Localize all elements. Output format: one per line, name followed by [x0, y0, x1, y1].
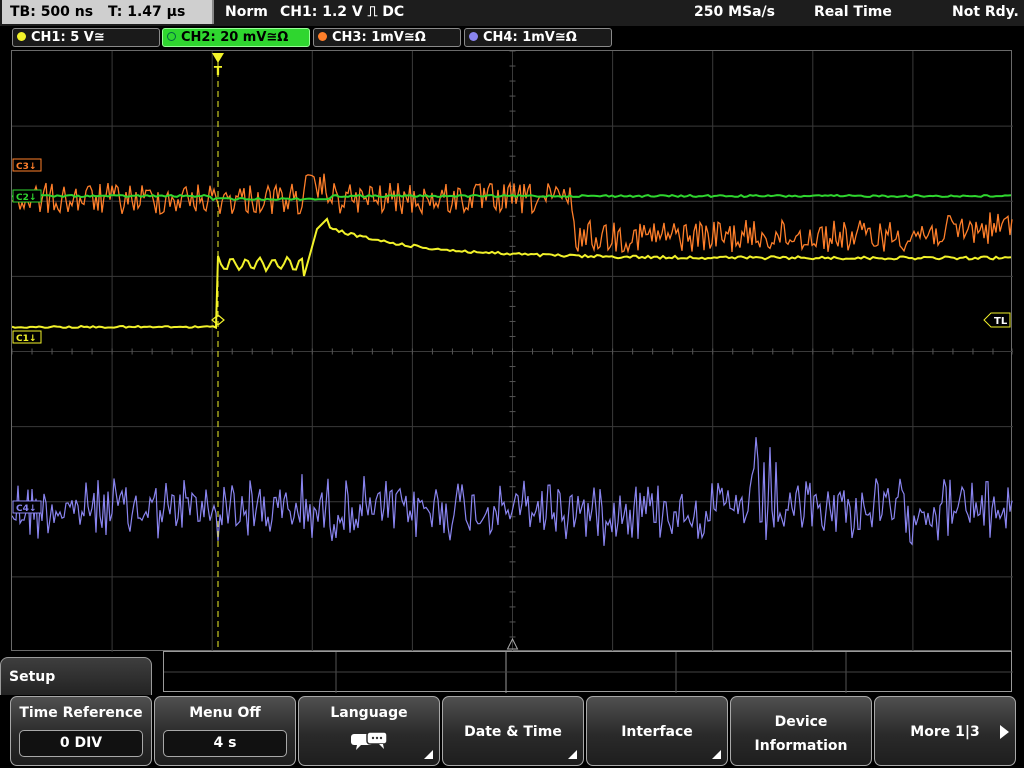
ch3-label: CH3: 1mV≅Ω [332, 30, 426, 45]
channel-bar: CH1: 5 V≅ CH2: 20 mV≅Ω CH3: 1mV≅Ω CH4: 1… [0, 26, 1024, 48]
trigger-time-marker-label: T [214, 64, 223, 78]
softkey-language[interactable]: Language [298, 696, 440, 766]
device-info-line2: Information [754, 738, 848, 754]
menu-off-value: 4 s [163, 730, 287, 757]
softkey-more[interactable]: More 1|3 [874, 696, 1016, 766]
zoom-overview-strip[interactable] [163, 651, 1013, 693]
acquisition-mode[interactable]: Norm [225, 0, 268, 24]
ch1-label: CH1: 5 V≅ [31, 30, 105, 45]
status-bar: TB: 500 ns T: 1.47 µs Norm CH1: 1.2 V ⎍ … [0, 0, 1024, 26]
speech-bubble-icon [351, 731, 388, 750]
softkey-time-reference[interactable]: Time Reference 0 DIV [10, 696, 152, 766]
ch2-color-dot [167, 32, 176, 41]
channel-tab-ch2[interactable]: CH2: 20 mV≅Ω [162, 28, 310, 47]
language-label: Language [330, 705, 408, 721]
menu-off-label: Menu Off [189, 705, 261, 721]
ch2-label: CH2: 20 mV≅Ω [181, 30, 289, 45]
trigger-time-marker-icon [212, 53, 224, 63]
zoom-strip-grid [164, 652, 1013, 693]
softkey-device-information[interactable]: Device Information [730, 696, 872, 766]
graticule-and-waveforms: T C3↓ C1↓ C2↓ C4↓ TL [12, 51, 1013, 652]
submenu-indicator-icon [424, 750, 433, 759]
channel-tab-ch4[interactable]: CH4: 1mV≅Ω [464, 28, 612, 47]
device-info-line1: Device [774, 714, 828, 730]
date-time-label: Date & Time [464, 724, 562, 740]
ch3-color-dot [318, 32, 327, 41]
trigger-status: Not Rdy. [952, 4, 1019, 20]
softkey-date-time[interactable]: Date & Time [442, 696, 584, 766]
channel-tab-ch3[interactable]: CH3: 1mV≅Ω [313, 28, 461, 47]
ch1-color-dot [17, 32, 26, 41]
ch4-color-dot [469, 32, 478, 41]
softkey-menu-off[interactable]: Menu Off 4 s [154, 696, 296, 766]
acquisition-realtime: Real Time [814, 4, 892, 20]
menu-title-tab: Setup [0, 657, 152, 695]
interface-label: Interface [621, 724, 693, 740]
ch1-offset-marker-label: C1↓ [16, 334, 36, 344]
more-label: More 1|3 [910, 724, 980, 740]
trigger-time-value: T: 1.47 µs [107, 4, 186, 20]
next-page-arrow-icon [1000, 725, 1009, 739]
ch4-offset-marker-label: C4↓ [16, 504, 36, 514]
time-reference-label: Time Reference [19, 705, 143, 721]
waveform-display[interactable]: T C3↓ C1↓ C2↓ C4↓ TL [11, 50, 1013, 652]
timebase-value: TB: 500 ns [10, 4, 94, 20]
timebase-box[interactable]: TB: 500 ns T: 1.47 µs [2, 0, 214, 24]
ch1-waveform [12, 217, 1012, 330]
trigger-level-label: TL [994, 316, 1008, 327]
time-reference-value: 0 DIV [19, 730, 143, 757]
ch4-label: CH4: 1mV≅Ω [483, 30, 577, 45]
trigger-info[interactable]: CH1: 1.2 V ⎍ DC [280, 0, 404, 24]
channel-tab-ch1[interactable]: CH1: 5 V≅ [12, 28, 160, 47]
ch3-offset-marker-label: C3↓ [16, 162, 36, 172]
sample-rate: 250 MSa/s [694, 4, 776, 20]
submenu-indicator-icon [712, 750, 721, 759]
softkey-interface[interactable]: Interface [586, 696, 728, 766]
ch2-offset-marker-label: C2↓ [16, 193, 36, 203]
submenu-indicator-icon [568, 750, 577, 759]
menu-title: Setup [9, 669, 56, 685]
